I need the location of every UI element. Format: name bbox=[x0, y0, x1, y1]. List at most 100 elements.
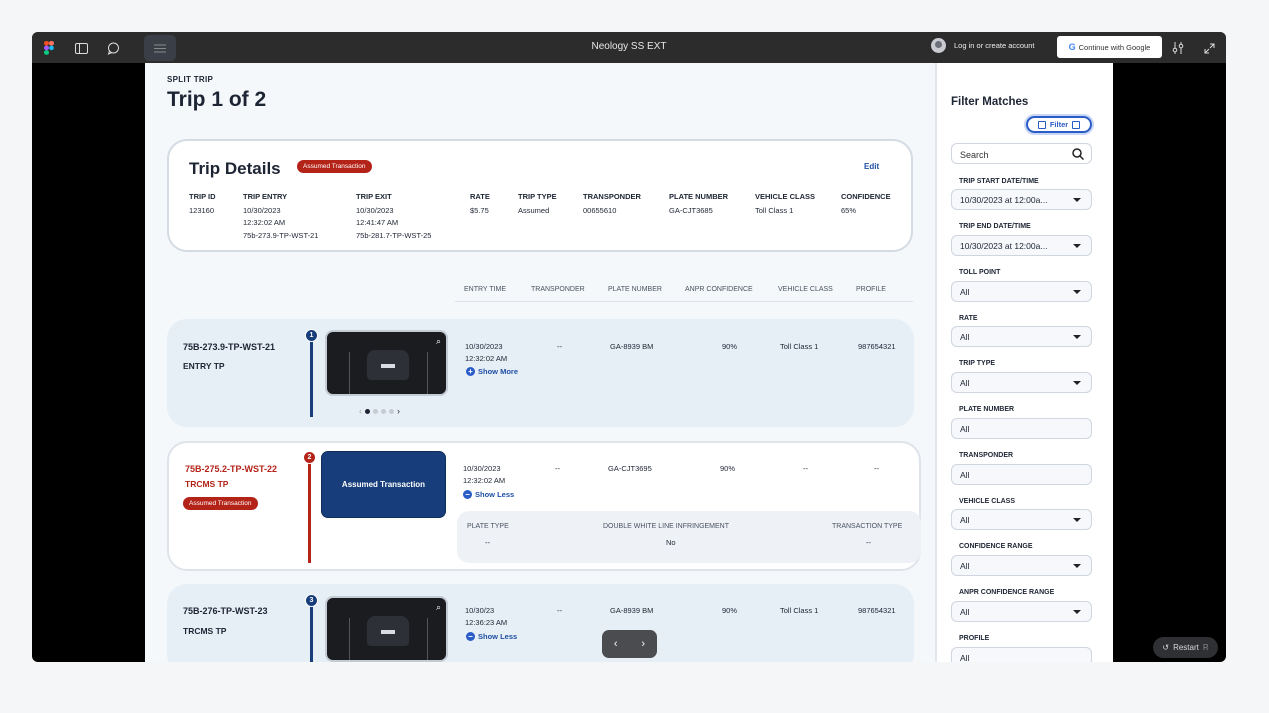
restart-button[interactable]: ↺ Restart R bbox=[1153, 637, 1218, 658]
anpr-confidence-select[interactable]: All bbox=[951, 601, 1092, 622]
detail-trip-entry: TRIP ENTRY 10/30/2023 12:32:02 AM 75b-273.9… bbox=[243, 192, 319, 240]
trip-main-panel: SPLIT TRIP Trip 1 of 2 Trip Details Assu… bbox=[145, 63, 937, 662]
page-title: Trip 1 of 2 bbox=[167, 88, 267, 111]
toll-point-row-1[interactable]: 75B-273.9-TP-WST-21 ENTRY TP 1 ⌕ ‹ › 10/3… bbox=[167, 319, 914, 427]
settings-sliders-icon[interactable] bbox=[1170, 40, 1186, 56]
assumed-transaction-badge: Assumed Transaction bbox=[297, 160, 372, 173]
chevron-down-icon bbox=[1073, 610, 1081, 614]
assumed-transaction-placeholder: Assumed Transaction bbox=[321, 451, 446, 518]
header-plate-number: PLATE NUMBER bbox=[608, 286, 662, 293]
detail-vehicle-class: VEHICLE CLASS Toll Class 1 bbox=[755, 192, 816, 215]
search-input[interactable]: Search bbox=[951, 143, 1092, 164]
toll-point-name: 75B-276-TP-WST-23 bbox=[183, 606, 268, 616]
transponder-value: -- bbox=[555, 464, 560, 473]
image-carousel-dots[interactable]: ‹ › bbox=[359, 406, 400, 416]
transponder-value: -- bbox=[557, 342, 562, 351]
continue-with-google-button[interactable]: G Continue with Google bbox=[1057, 36, 1162, 58]
search-icon[interactable] bbox=[1072, 148, 1085, 162]
chevron-down-icon bbox=[1073, 290, 1081, 294]
vehicle-class-value: -- bbox=[803, 464, 808, 473]
detail-trip-id: TRIP ID 123160 bbox=[189, 192, 216, 215]
checkbox-icon bbox=[1072, 120, 1081, 129]
carousel-prev-icon[interactable]: ‹ bbox=[359, 406, 362, 416]
login-link[interactable]: Log in or create account bbox=[931, 38, 1034, 53]
profile-input[interactable]: All bbox=[951, 647, 1092, 662]
timeline-line bbox=[310, 334, 313, 417]
toll-point-row-3[interactable]: 75B-276-TP-WST-23 TRCMS TP 3 ⌕ 10/30/23 1… bbox=[167, 584, 914, 662]
prev-frame-icon[interactable]: ‹ bbox=[614, 638, 618, 650]
zoom-icon[interactable]: ⌕ bbox=[436, 336, 441, 347]
filter-label-trip-start: TRIP START DATE/TIME bbox=[959, 178, 1039, 185]
toll-point-row-2[interactable]: 75B-275.2-TP-WST-22 TRCMS TP Assumed Tra… bbox=[167, 441, 921, 571]
anpr-confidence-value: 90% bbox=[722, 342, 738, 351]
expand-icon[interactable] bbox=[1201, 40, 1217, 56]
timeline-line bbox=[310, 599, 313, 662]
trip-start-select[interactable]: 10/30/2023 at 12:00a... bbox=[951, 189, 1092, 210]
toll-point-type: ENTRY TP bbox=[183, 361, 225, 371]
chevron-down-icon bbox=[1073, 198, 1081, 202]
table-header-row: ENTRY TIME TRANSPONDER PLATE NUMBER ANPR… bbox=[455, 286, 913, 302]
header-profile: PROFILE bbox=[856, 286, 886, 293]
show-less-link[interactable]: − Show Less bbox=[463, 490, 514, 499]
trip-details-card: Trip Details Assumed Transaction Edit TR… bbox=[167, 139, 913, 252]
header-vehicle-class: VEHICLE CLASS bbox=[778, 286, 833, 293]
filter-label-rate: RATE bbox=[959, 315, 978, 322]
filter-label-transponder: TRANSPONDER bbox=[959, 452, 1014, 459]
vehicle-class-value: Toll Class 1 bbox=[780, 606, 819, 615]
toll-point-select[interactable]: All bbox=[951, 281, 1092, 302]
login-label: Log in or create account bbox=[954, 41, 1035, 50]
detail-rate: RATE $5.75 bbox=[470, 192, 490, 215]
vehicle-class-select[interactable]: All bbox=[951, 509, 1092, 530]
carousel-next-icon[interactable]: › bbox=[397, 406, 400, 416]
vehicle-image-thumbnail[interactable]: ⌕ bbox=[325, 330, 448, 396]
show-more-link[interactable]: + Show More bbox=[466, 367, 518, 376]
filter-label-plate-number: PLATE NUMBER bbox=[959, 406, 1015, 413]
plate-number-input[interactable]: All bbox=[951, 418, 1092, 439]
plate-type-value: -- bbox=[485, 538, 490, 547]
confidence-range-select[interactable]: All bbox=[951, 555, 1092, 576]
filter-button-label: Filter bbox=[1049, 120, 1069, 129]
toll-point-name: 75B-275.2-TP-WST-22 bbox=[185, 464, 278, 474]
edit-link[interactable]: Edit bbox=[864, 162, 879, 171]
chevron-down-icon bbox=[1073, 564, 1081, 568]
plate-number-value: GA-CJT3695 bbox=[608, 464, 652, 473]
filter-sidebar: Filter Matches Filter Search TRIP START … bbox=[937, 63, 1113, 662]
detail-trip-type: TRIP TYPE Assumed bbox=[518, 192, 557, 215]
filter-label-confidence-range: CONFIDENCE RANGE bbox=[959, 543, 1033, 550]
anpr-confidence-value: 90% bbox=[722, 606, 738, 615]
timeline-line bbox=[308, 455, 311, 563]
double-white-line-header: DOUBLE WHITE LINE INFRINGEMENT bbox=[603, 523, 730, 530]
toll-point-type: TRCMS TP bbox=[183, 626, 227, 636]
trip-details-heading: Trip Details bbox=[189, 159, 281, 178]
window-title: Neology SS EXT bbox=[591, 41, 667, 52]
filter-label-anpr-confidence: ANPR CONFIDENCE RANGE bbox=[959, 589, 1055, 596]
transaction-type-value: -- bbox=[866, 538, 871, 547]
filter-label-toll-point: TOLL POINT bbox=[959, 269, 1001, 276]
expanded-details-panel: PLATE TYPE -- DOUBLE WHITE LINE INFRINGE… bbox=[457, 511, 921, 563]
rate-select[interactable]: All bbox=[951, 326, 1092, 347]
restart-label: Restart bbox=[1173, 643, 1199, 652]
chevron-down-icon bbox=[1073, 335, 1081, 339]
zoom-icon[interactable]: ⌕ bbox=[436, 602, 441, 613]
trip-type-select[interactable]: All bbox=[951, 372, 1092, 393]
avatar-icon bbox=[931, 38, 946, 53]
header-anpr-confidence: ANPR CONFIDENCE bbox=[685, 286, 753, 293]
transponder-input[interactable]: All bbox=[951, 464, 1092, 485]
chevron-down-icon bbox=[1073, 518, 1081, 522]
chevron-down-icon bbox=[1073, 244, 1081, 248]
google-label: Continue with Google bbox=[1078, 42, 1151, 52]
plate-number-value: GA-8939 BM bbox=[610, 342, 654, 351]
step-number-badge: 3 bbox=[305, 594, 318, 607]
step-number-badge: 1 bbox=[305, 329, 318, 342]
vehicle-image-thumbnail[interactable]: ⌕ bbox=[325, 596, 448, 662]
entry-time: 10/30/2023 12:32:02 AM bbox=[465, 342, 508, 363]
next-frame-icon[interactable]: › bbox=[641, 638, 645, 650]
chevron-down-icon bbox=[1073, 381, 1081, 385]
assumed-transaction-badge: Assumed Transaction bbox=[183, 497, 258, 510]
detail-plate-number: PLATE NUMBER GA-CJT3685 bbox=[669, 192, 729, 215]
filter-button[interactable]: Filter bbox=[1026, 116, 1092, 133]
trip-end-select[interactable]: 10/30/2023 at 12:00a... bbox=[951, 235, 1092, 256]
prototype-navigation: ‹ › bbox=[602, 630, 657, 658]
show-less-link[interactable]: − Show Less bbox=[466, 632, 517, 641]
top-toolbar: Neology SS EXT Log in or create account … bbox=[32, 32, 1226, 63]
